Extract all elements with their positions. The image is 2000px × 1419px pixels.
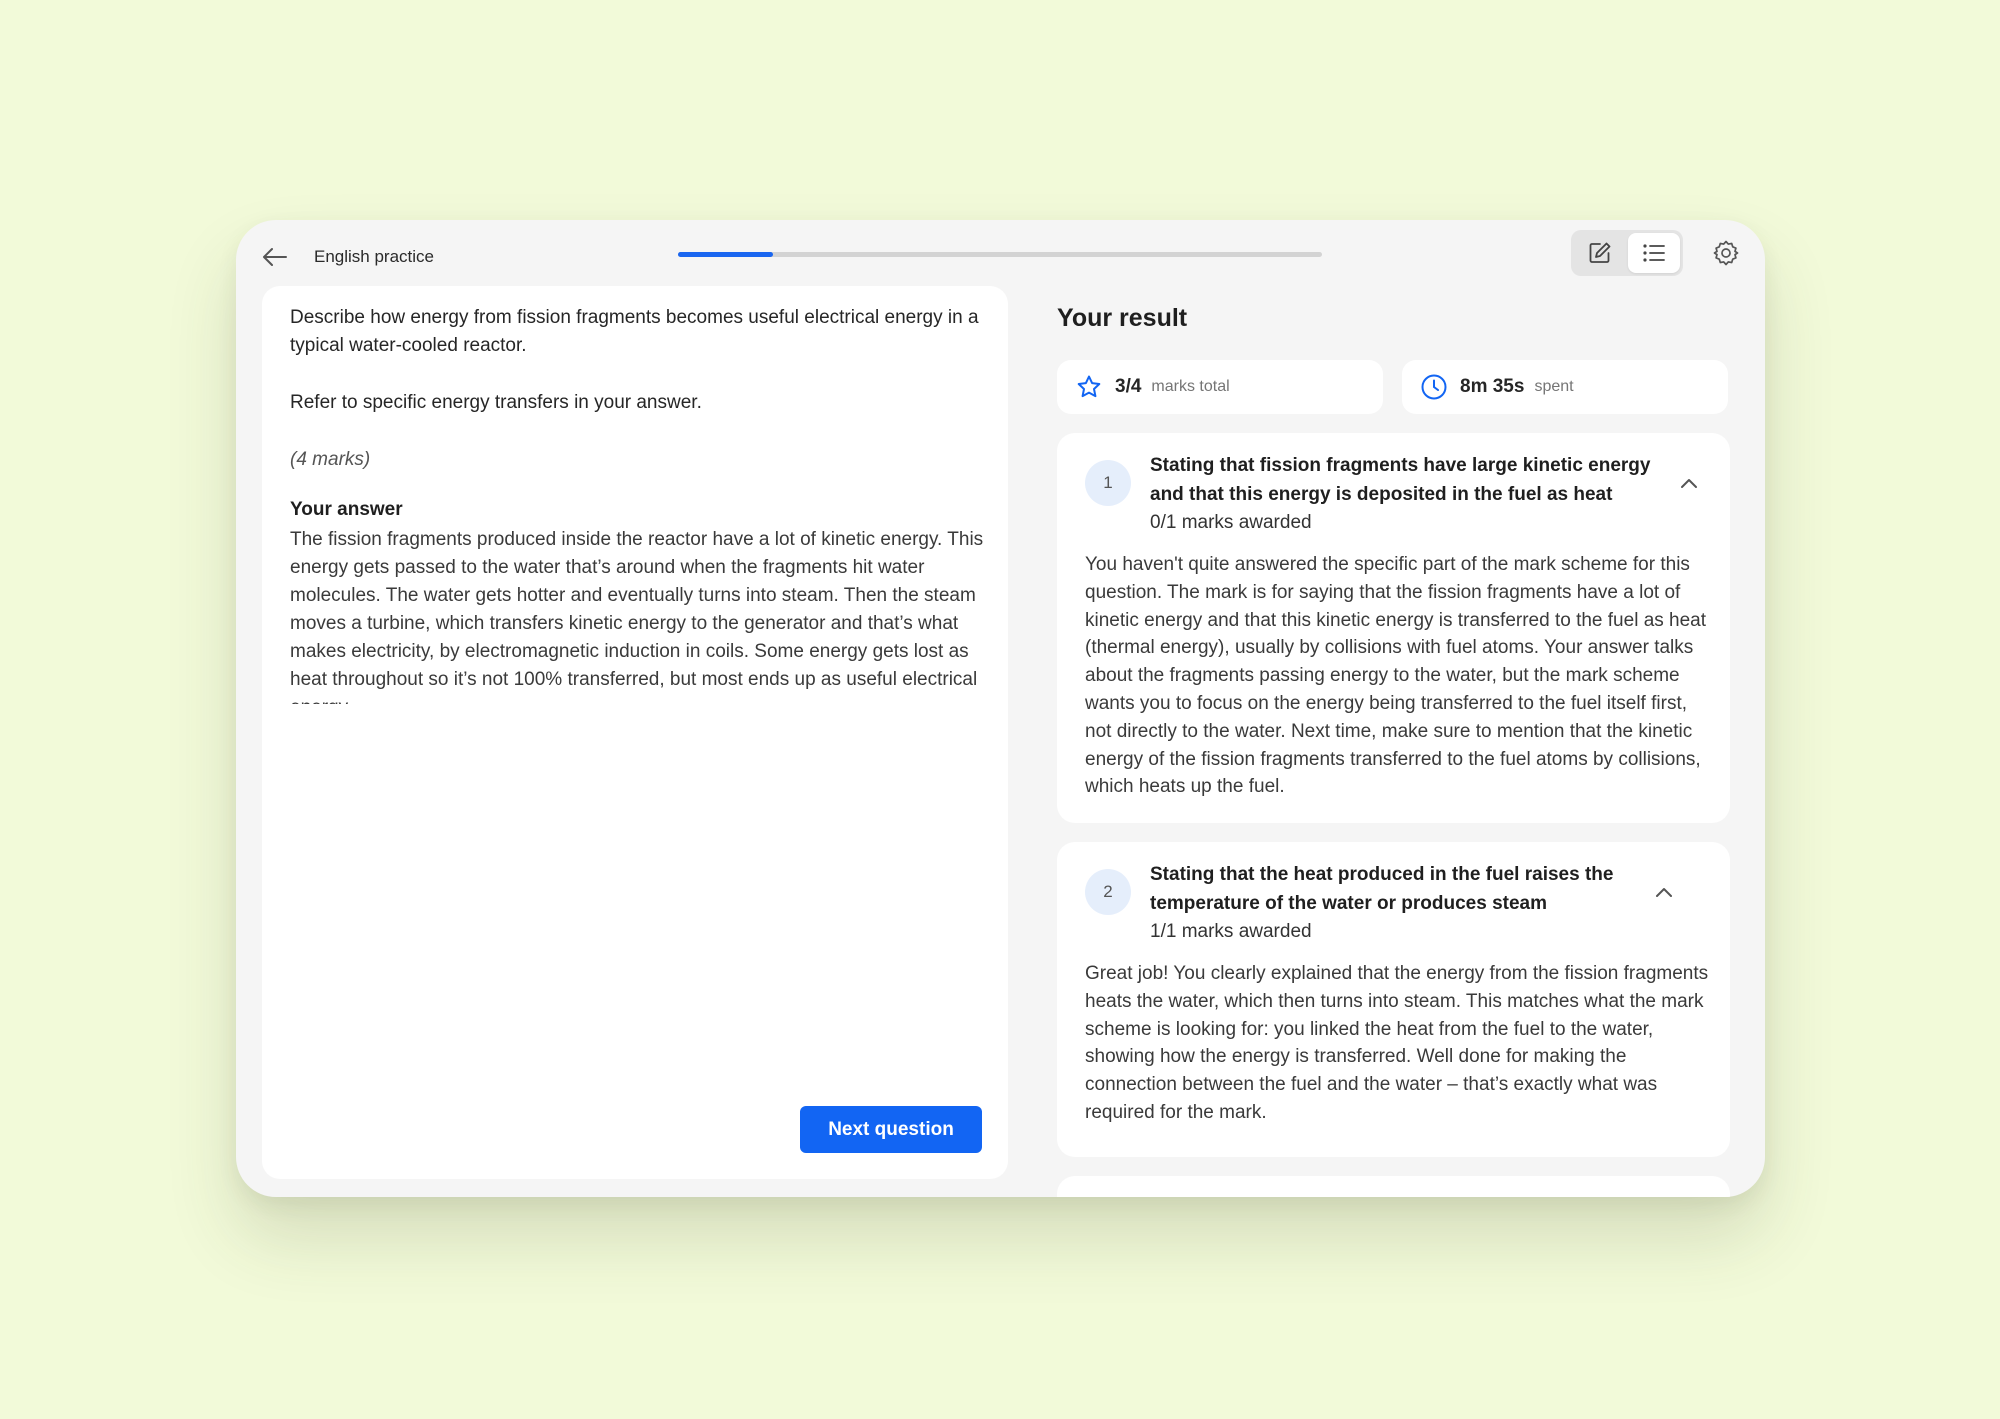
criterion-card-partial [1057, 1176, 1730, 1197]
progress-fill [678, 252, 773, 257]
marks-value: 3/4 [1115, 376, 1142, 397]
result-title: Your result [1057, 304, 1188, 332]
gear-icon [1713, 240, 1739, 266]
progress-bar [678, 252, 1322, 257]
clock-icon [1420, 373, 1448, 401]
criterion-awarded: 1/1 marks awarded [1150, 921, 1312, 942]
list-icon [1643, 244, 1665, 262]
edit-icon [1589, 242, 1611, 263]
question-marks: (4 marks) [290, 449, 371, 470]
settings-button[interactable] [1710, 237, 1742, 269]
criterion-number: 1 [1085, 460, 1131, 506]
criterion-awarded: 0/1 marks awarded [1150, 512, 1312, 533]
criterion-feedback: Great job! You clearly explained that th… [1085, 963, 1709, 1123]
question-instruction: Refer to specific energy transfers in yo… [290, 392, 702, 413]
time-value: 8m 35s [1460, 376, 1525, 397]
criterion-title: Stating that the heat produced in the fu… [1150, 864, 1614, 914]
criterion-feedback: You haven't quite answered the specific … [1085, 554, 1707, 798]
criterion-number: 2 [1085, 869, 1131, 915]
question-panel: Describe how energy from fission fragmen… [262, 286, 1008, 1179]
edit-mode-button[interactable] [1574, 233, 1626, 273]
answer-text[interactable]: The fission fragments produced inside th… [290, 526, 996, 704]
criterion-title: Stating that fission fragments have larg… [1150, 455, 1651, 505]
marks-total-card: 3/4 marks total [1057, 360, 1383, 414]
app-window: English practice Describe how energy fro… [236, 220, 1765, 1197]
criterion-card: 2 Stating that the heat produced in the … [1057, 842, 1730, 1157]
view-mode-toggle [1571, 230, 1683, 276]
marks-unit: marks total [1151, 378, 1230, 395]
criterion-card: 1 Stating that fission fragments have la… [1057, 433, 1730, 823]
page-title: English practice [314, 247, 435, 266]
back-arrow-icon[interactable] [258, 244, 292, 270]
next-question-button[interactable]: Next question [800, 1106, 982, 1153]
time-spent-card: 8m 35s spent [1402, 360, 1728, 414]
list-mode-button[interactable] [1628, 233, 1680, 273]
time-unit: spent [1534, 378, 1574, 395]
star-icon [1075, 373, 1103, 401]
question-text: Describe how energy from fission fragmen… [290, 307, 979, 356]
chevron-up-icon[interactable] [1652, 880, 1676, 904]
chevron-up-icon[interactable] [1677, 471, 1701, 495]
answer-label: Your answer [290, 499, 403, 520]
